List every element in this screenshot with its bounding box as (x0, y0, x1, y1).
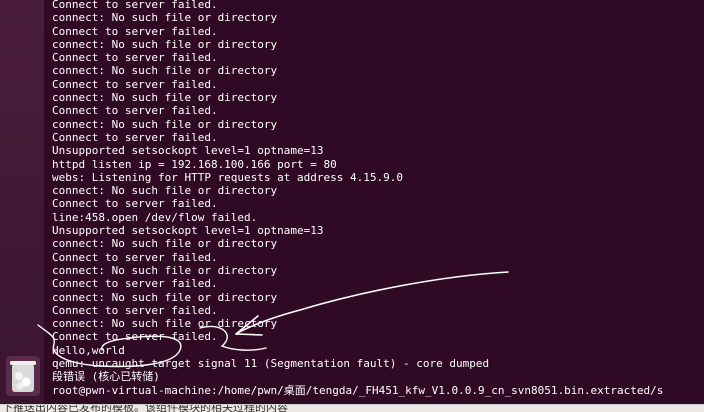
terminal-line: Unsupported setsockopt level=1 optname=1… (52, 144, 324, 158)
terminal-line: connect: No such file or directory (52, 317, 278, 331)
terminal-line: root@pwn-virtual-machine:/home/pwn/桌面/te… (52, 383, 664, 397)
terminal-line: Connect to server failed. (52, 24, 218, 38)
terminal-line: Connect to server failed. (52, 303, 218, 317)
terminal-line: Connect to server failed. (52, 77, 218, 91)
terminal-line: connect: No such file or directory (52, 184, 278, 198)
terminal-line: Connect to server failed. (52, 277, 218, 291)
terminal-line: webs: Listening for HTTP requests at add… (52, 170, 403, 184)
launcher-sidebar (0, 0, 44, 404)
terminal-line: Hello,world (52, 343, 125, 357)
terminal-line: connect: No such file or directory (52, 91, 278, 105)
trash-icon[interactable] (6, 356, 40, 396)
terminal-line: Connect to server failed. (52, 104, 218, 118)
terminal-line: Connect to server failed. (52, 197, 218, 211)
terminal-line: connect: No such file or directory (52, 37, 278, 51)
terminal-line: Connect to server failed. (52, 51, 218, 65)
terminal-line: Connect to server failed. (52, 130, 218, 144)
desktop: Connect to server failed. connect: No suc… (0, 0, 704, 412)
terminal-window[interactable]: Connect to server failed. connect: No suc… (44, 0, 704, 404)
terminal-line: line:458.open /dev/flow failed. (52, 210, 258, 224)
terminal-line: connect: No such file or directory (52, 64, 278, 78)
terminal-line: connect: No such file or directory (52, 290, 278, 304)
terminal-line: connect: No such file or directory (52, 11, 278, 25)
terminal-line: Unsupported setsockopt level=1 optname=1… (52, 224, 324, 238)
terminal-line: connect: No such file or directory (52, 263, 278, 277)
terminal-line: Connect to server failed. (52, 250, 218, 264)
terminal-line: connect: No such file or directory (52, 117, 278, 131)
terminal-line: connect: No such file or directory (52, 237, 278, 251)
terminal-line: 段错误 (核心已转储) (52, 370, 160, 384)
terminal-line: Connect to server failed. (52, 330, 218, 344)
terminal-output: Connect to server failed. connect: No suc… (52, 0, 663, 397)
terminal-line: httpd listen ip = 192.168.100.166 port =… (52, 157, 337, 171)
terminal-line: qemu: uncaught target signal 11 (Segment… (52, 357, 490, 371)
terminal-line: Connect to server failed. (52, 0, 218, 11)
